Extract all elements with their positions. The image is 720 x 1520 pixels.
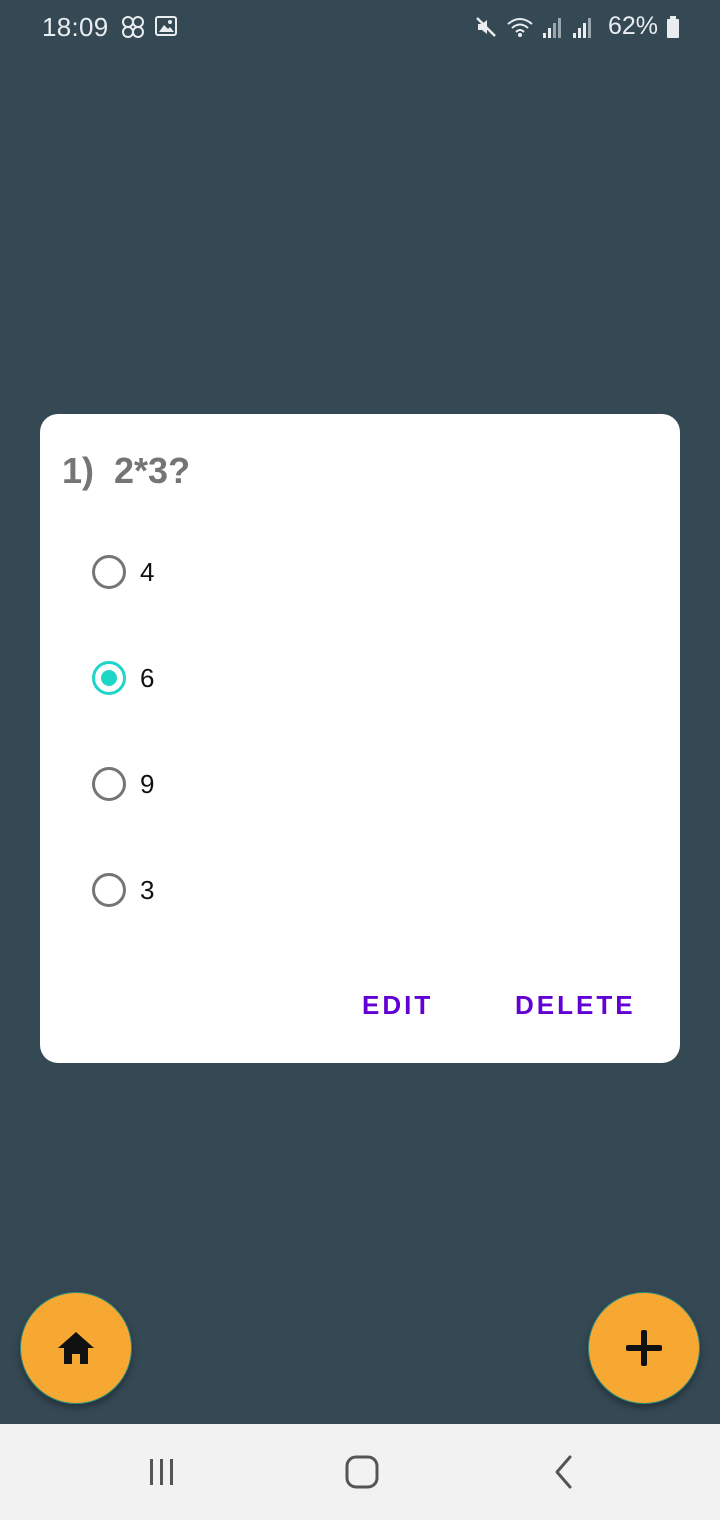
gallery-icon bbox=[154, 14, 178, 40]
signal-icon bbox=[572, 15, 594, 39]
home-nav-icon bbox=[344, 1454, 380, 1490]
question-heading: 1) 2*3? bbox=[62, 450, 190, 492]
recent-apps-button[interactable] bbox=[141, 1452, 181, 1492]
answer-option-label: 6 bbox=[140, 662, 155, 693]
radio-button-selected[interactable] bbox=[92, 661, 126, 695]
signal-icon bbox=[542, 15, 564, 39]
answer-option-label: 9 bbox=[140, 768, 155, 799]
edit-button[interactable]: EDIT bbox=[362, 990, 433, 1021]
status-time: 18:09 bbox=[42, 12, 109, 42]
answer-option[interactable]: 4 bbox=[92, 550, 154, 594]
answer-option[interactable]: 9 bbox=[92, 762, 154, 806]
mute-icon bbox=[474, 15, 498, 39]
add-fab-button[interactable] bbox=[588, 1292, 700, 1404]
question-text: 2*3? bbox=[114, 450, 191, 491]
answer-option[interactable]: 3 bbox=[92, 868, 154, 912]
radio-button[interactable] bbox=[92, 873, 126, 907]
answer-option-label: 4 bbox=[140, 556, 155, 587]
recent-apps-icon bbox=[145, 1456, 177, 1488]
screen: 18:09 62% 1) 2*3? 4 6 9 3 EDIT DELETE bbox=[0, 0, 720, 1520]
plus-icon bbox=[624, 1328, 664, 1368]
home-icon bbox=[56, 1330, 96, 1366]
radio-button[interactable] bbox=[92, 767, 126, 801]
cluster-icon bbox=[120, 14, 146, 40]
answer-option-label: 3 bbox=[140, 874, 155, 905]
battery-icon bbox=[666, 15, 680, 39]
status-bar: 18:09 62% bbox=[0, 0, 720, 56]
delete-button[interactable]: DELETE bbox=[515, 990, 636, 1021]
battery-percent: 62% bbox=[607, 12, 658, 40]
answer-option[interactable]: 6 bbox=[92, 656, 154, 700]
question-card: 1) 2*3? 4 6 9 3 EDIT DELETE bbox=[40, 414, 680, 1063]
wifi-icon bbox=[506, 15, 534, 39]
radio-button[interactable] bbox=[92, 555, 126, 589]
status-left-icons bbox=[120, 14, 178, 40]
status-right-icons: 62% bbox=[474, 12, 680, 41]
question-number: 1) bbox=[62, 450, 95, 491]
home-nav-button[interactable] bbox=[342, 1452, 382, 1492]
system-nav-bar bbox=[0, 1424, 720, 1520]
back-button[interactable] bbox=[544, 1452, 584, 1492]
back-icon bbox=[552, 1454, 576, 1490]
home-fab-button[interactable] bbox=[20, 1292, 132, 1404]
